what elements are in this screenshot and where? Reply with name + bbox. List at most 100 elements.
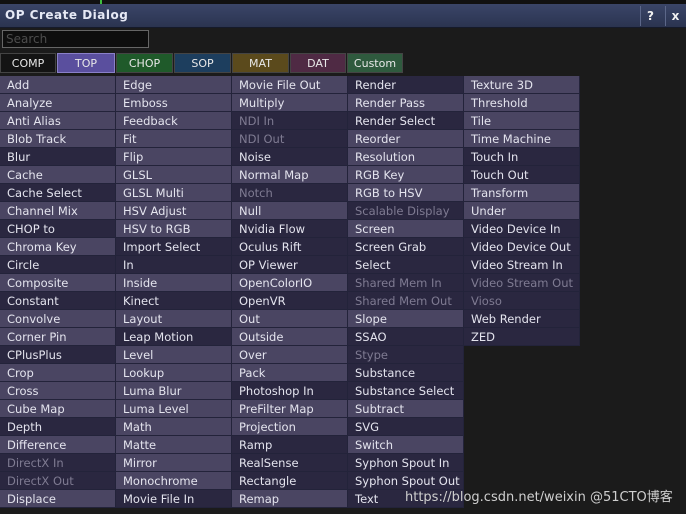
tab-comp[interactable]: COMP	[0, 53, 56, 73]
close-button[interactable]: x	[665, 6, 685, 26]
tab-top[interactable]: TOP	[57, 53, 115, 73]
operator-item[interactable]: Syphon Spout In	[348, 454, 464, 472]
operator-item[interactable]: Substance	[348, 364, 464, 382]
operator-item[interactable]: In	[116, 256, 232, 274]
operator-item[interactable]: Edge	[116, 76, 232, 94]
help-button[interactable]: ?	[640, 6, 660, 26]
operator-item[interactable]: Substance Select	[348, 382, 464, 400]
operator-item[interactable]: Under	[464, 202, 580, 220]
operator-item[interactable]: Leap Motion	[116, 328, 232, 346]
operator-item[interactable]: Noise	[232, 148, 348, 166]
operator-item[interactable]: Cache	[0, 166, 116, 184]
operator-item[interactable]: Screen Grab	[348, 238, 464, 256]
operator-item[interactable]: PreFilter Map	[232, 400, 348, 418]
operator-item[interactable]: Notch	[232, 184, 348, 202]
operator-item[interactable]: Texture 3D	[464, 76, 580, 94]
operator-item[interactable]: Crop	[0, 364, 116, 382]
operator-item[interactable]: Resolution	[348, 148, 464, 166]
operator-item[interactable]: Select	[348, 256, 464, 274]
operator-item[interactable]: RealSense	[232, 454, 348, 472]
operator-item[interactable]: Normal Map	[232, 166, 348, 184]
operator-item[interactable]: Inside	[116, 274, 232, 292]
operator-item[interactable]: OpenVR	[232, 292, 348, 310]
operator-item[interactable]: Matte	[116, 436, 232, 454]
operator-item[interactable]: Add	[0, 76, 116, 94]
operator-item[interactable]: OpenColorIO	[232, 274, 348, 292]
operator-item[interactable]: Movie File In	[116, 490, 232, 508]
operator-item[interactable]: Analyze	[0, 94, 116, 112]
operator-item[interactable]: Out	[232, 310, 348, 328]
operator-item[interactable]: Threshold	[464, 94, 580, 112]
tab-mat[interactable]: MAT	[232, 53, 289, 73]
operator-item[interactable]: CHOP to	[0, 220, 116, 238]
operator-item[interactable]: Over	[232, 346, 348, 364]
operator-item[interactable]: Difference	[0, 436, 116, 454]
operator-item[interactable]: Switch	[348, 436, 464, 454]
operator-item[interactable]: Render Pass	[348, 94, 464, 112]
operator-item[interactable]: Lookup	[116, 364, 232, 382]
operator-item[interactable]: Oculus Rift	[232, 238, 348, 256]
operator-item[interactable]: Depth	[0, 418, 116, 436]
tab-custom[interactable]: Custom	[347, 53, 403, 73]
operator-item[interactable]: Remap	[232, 490, 348, 508]
operator-item[interactable]: Web Render	[464, 310, 580, 328]
operator-item[interactable]: DirectX In	[0, 454, 116, 472]
operator-item[interactable]: NDI Out	[232, 130, 348, 148]
operator-item[interactable]: Level	[116, 346, 232, 364]
operator-item[interactable]: Convolve	[0, 310, 116, 328]
operator-item[interactable]: Cube Map	[0, 400, 116, 418]
operator-item[interactable]: Touch Out	[464, 166, 580, 184]
operator-item[interactable]: Cache Select	[0, 184, 116, 202]
operator-item[interactable]: Tile	[464, 112, 580, 130]
operator-item[interactable]: Feedback	[116, 112, 232, 130]
operator-item[interactable]: Touch In	[464, 148, 580, 166]
operator-item[interactable]: OP Viewer	[232, 256, 348, 274]
operator-item[interactable]: Projection	[232, 418, 348, 436]
operator-item[interactable]: Mirror	[116, 454, 232, 472]
operator-item[interactable]: Displace	[0, 490, 116, 508]
title-bar[interactable]: OP Create Dialog ? x	[0, 4, 686, 28]
operator-item[interactable]: ZED	[464, 328, 580, 346]
operator-item[interactable]: NDI In	[232, 112, 348, 130]
operator-item[interactable]: Math	[116, 418, 232, 436]
operator-item[interactable]: Anti Alias	[0, 112, 116, 130]
operator-item[interactable]: Shared Mem In	[348, 274, 464, 292]
operator-item[interactable]: Blob Track	[0, 130, 116, 148]
operator-item[interactable]: Constant	[0, 292, 116, 310]
operator-item[interactable]: Outside	[232, 328, 348, 346]
operator-item[interactable]: Movie File Out	[232, 76, 348, 94]
operator-item[interactable]: CPlusPlus	[0, 346, 116, 364]
operator-item[interactable]: Monochrome	[116, 472, 232, 490]
operator-item[interactable]: Import Select	[116, 238, 232, 256]
operator-item[interactable]: Nvidia Flow	[232, 220, 348, 238]
operator-item[interactable]: HSV to RGB	[116, 220, 232, 238]
operator-item[interactable]: Video Stream Out	[464, 274, 580, 292]
operator-item[interactable]: Null	[232, 202, 348, 220]
search-input[interactable]	[2, 30, 149, 48]
operator-item[interactable]: Stype	[348, 346, 464, 364]
operator-item[interactable]: Kinect	[116, 292, 232, 310]
operator-item[interactable]: GLSL	[116, 166, 232, 184]
operator-item[interactable]: Corner Pin	[0, 328, 116, 346]
operator-item[interactable]: Multiply	[232, 94, 348, 112]
operator-item[interactable]: Video Stream In	[464, 256, 580, 274]
operator-item[interactable]: Composite	[0, 274, 116, 292]
operator-item[interactable]: SSAO	[348, 328, 464, 346]
operator-item[interactable]: Render	[348, 76, 464, 94]
operator-item[interactable]: Cross	[0, 382, 116, 400]
operator-item[interactable]: Chroma Key	[0, 238, 116, 256]
operator-item[interactable]: Scalable Display	[348, 202, 464, 220]
operator-item[interactable]: HSV Adjust	[116, 202, 232, 220]
operator-item[interactable]: GLSL Multi	[116, 184, 232, 202]
operator-item[interactable]: Shared Mem Out	[348, 292, 464, 310]
operator-item[interactable]: Reorder	[348, 130, 464, 148]
operator-item[interactable]: Channel Mix	[0, 202, 116, 220]
operator-item[interactable]: Subtract	[348, 400, 464, 418]
operator-item[interactable]: Luma Level	[116, 400, 232, 418]
operator-item[interactable]: Circle	[0, 256, 116, 274]
operator-item[interactable]: RGB Key	[348, 166, 464, 184]
operator-item[interactable]: RGB to HSV	[348, 184, 464, 202]
tab-dat[interactable]: DAT	[290, 53, 346, 73]
operator-item[interactable]: Video Device Out	[464, 238, 580, 256]
operator-item[interactable]: Transform	[464, 184, 580, 202]
